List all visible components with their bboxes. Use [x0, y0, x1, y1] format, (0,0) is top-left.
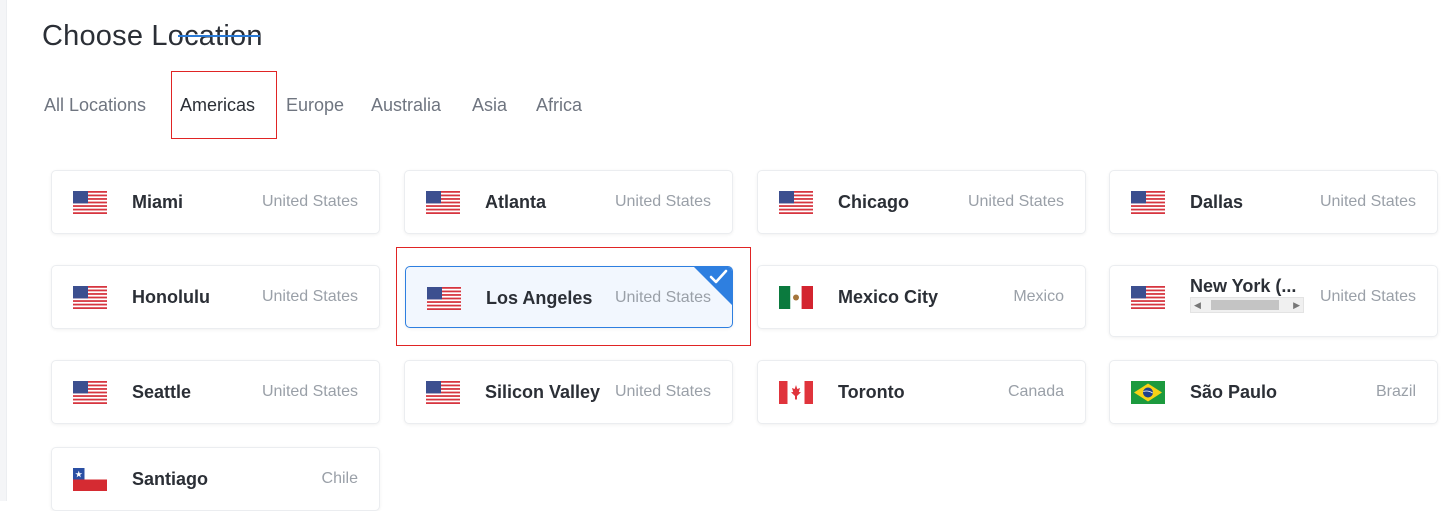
city-name: Chicago: [838, 192, 910, 212]
us-flag-icon: [1131, 191, 1165, 214]
tab-africa[interactable]: Africa: [536, 95, 582, 116]
city-name: Seattle: [132, 382, 192, 402]
tab-europe[interactable]: Europe: [286, 95, 344, 116]
scroll-right-icon[interactable]: ▶: [1293, 299, 1300, 311]
location-card-los-angeles[interactable]: Los Angeles United States: [405, 266, 733, 328]
country-name: United States: [614, 193, 711, 210]
country-name: United States: [967, 193, 1064, 210]
location-card-miami[interactable]: Miami United States: [51, 170, 380, 234]
tab-americas[interactable]: Americas: [180, 95, 255, 116]
country-name: Brazil: [1375, 383, 1416, 400]
brazil-flag-icon: [1131, 381, 1165, 404]
city-name: New York (...: [1190, 276, 1297, 296]
us-flag-icon: [73, 381, 107, 404]
scroll-thumb[interactable]: [1211, 300, 1279, 310]
location-card-s-o-paulo[interactable]: São Paulo Brazil: [1109, 360, 1438, 424]
us-flag-icon: [779, 191, 813, 214]
country-name: United States: [261, 193, 358, 210]
city-name: São Paulo: [1190, 382, 1278, 402]
location-card-santiago[interactable]: Santiago Chile: [51, 447, 380, 511]
scroll-left-icon[interactable]: ◀: [1194, 299, 1201, 311]
city-name: Mexico City: [838, 287, 939, 307]
selected-check-icon: [693, 267, 732, 306]
horizontal-scrollbar[interactable]: ◀ ▶: [1190, 297, 1304, 313]
canada-flag-icon: [779, 381, 813, 404]
active-tab-underline: [178, 35, 260, 37]
tab-australia[interactable]: Australia: [371, 95, 441, 116]
country-name: Canada: [1007, 383, 1064, 400]
city-name: Los Angeles: [486, 288, 593, 308]
city-name: Miami: [132, 192, 184, 212]
location-card-atlanta[interactable]: Atlanta United States: [404, 170, 733, 234]
location-card-dallas[interactable]: Dallas United States: [1109, 170, 1438, 234]
city-name: Atlanta: [485, 192, 547, 212]
city-name: Toronto: [838, 382, 905, 402]
us-flag-icon: [426, 191, 460, 214]
us-flag-icon: [426, 381, 460, 404]
chile-flag-icon: [73, 468, 107, 491]
location-card-mexico-city[interactable]: Mexico City Mexico: [757, 265, 1086, 329]
country-name: United States: [614, 383, 711, 400]
mexico-flag-icon: [779, 286, 813, 309]
city-name: Dallas: [1190, 192, 1244, 212]
country-name: Mexico: [1013, 288, 1064, 305]
location-card-seattle[interactable]: Seattle United States: [51, 360, 380, 424]
us-flag-icon: [73, 191, 107, 214]
tab-asia[interactable]: Asia: [472, 95, 507, 116]
us-flag-icon: [427, 287, 461, 310]
location-card-new-york[interactable]: New York (... United States ◀ ▶: [1109, 265, 1438, 337]
city-name: Honolulu: [132, 287, 210, 307]
city-name: Silicon Valley: [485, 382, 601, 402]
location-card-chicago[interactable]: Chicago United States: [757, 170, 1086, 234]
location-card-silicon-valley[interactable]: Silicon Valley United States: [404, 360, 733, 424]
country-name: United States: [261, 288, 358, 305]
country-name: Chile: [321, 470, 358, 487]
tab-all-locations[interactable]: All Locations: [44, 95, 146, 116]
country-name: United States: [261, 383, 358, 400]
us-flag-icon: [73, 286, 107, 309]
left-panel-edge: [0, 0, 7, 501]
city-name: Santiago: [132, 469, 209, 489]
country-name: United States: [1319, 193, 1416, 210]
country-name: United States: [1319, 288, 1416, 305]
us-flag-icon: [1131, 286, 1165, 309]
location-card-toronto[interactable]: Toronto Canada: [757, 360, 1086, 424]
location-card-honolulu[interactable]: Honolulu United States: [51, 265, 380, 329]
